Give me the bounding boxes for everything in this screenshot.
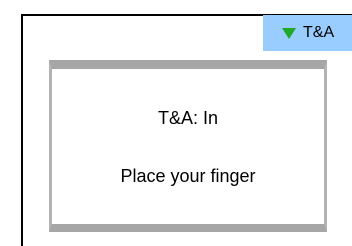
instruction-text: Place your finger xyxy=(120,166,256,186)
status-text: T&A: In xyxy=(157,108,219,128)
mode-indicator[interactable]: T&A xyxy=(263,15,352,51)
down-triangle-icon xyxy=(282,28,296,39)
verification-dialog: T&A: In Place your finger xyxy=(49,60,327,232)
mode-label: T&A xyxy=(303,24,335,41)
